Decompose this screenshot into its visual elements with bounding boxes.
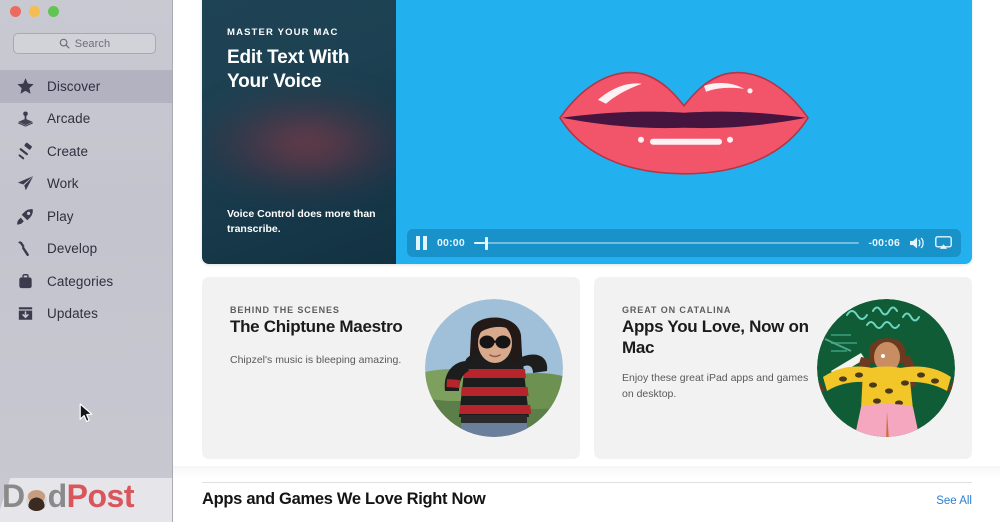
window-traffic-lights [10, 6, 59, 17]
sidebar: Search Discover Arcade Create Work Play … [0, 0, 173, 522]
mouse-cursor [79, 403, 95, 425]
hero-title: Edit Text With Your Voice [227, 47, 350, 92]
remaining-time: -00:06 [868, 237, 900, 249]
sidebar-item-categories[interactable]: Categories [0, 265, 172, 298]
hammer-icon [15, 239, 35, 259]
scrubber-handle[interactable] [485, 236, 489, 250]
scrubber-track [473, 242, 860, 244]
watermark-suffix: Post [66, 478, 135, 514]
sidebar-item-work[interactable]: Work [0, 168, 172, 201]
card-chiptune-maestro[interactable]: BEHIND THE SCENES The Chiptune Maestro C… [202, 277, 580, 459]
pause-icon[interactable] [416, 236, 428, 250]
hero-blur-glow [202, 89, 396, 199]
hero-subtitle: Voice Control does more than transcribe. [227, 207, 376, 235]
airplay-icon[interactable] [935, 236, 952, 250]
star-icon [15, 76, 35, 96]
hero-feature-card[interactable]: MASTER YOUR MAC Edit Text With Your Voic… [202, 0, 972, 264]
close-window-button[interactable] [10, 6, 21, 17]
search-input[interactable]: Search [13, 33, 156, 54]
watermark-band [0, 478, 172, 522]
watermark-face-icon [25, 489, 47, 511]
watermark-prefix: D [2, 478, 25, 514]
volume-icon[interactable] [909, 236, 926, 250]
paperplane-icon [15, 174, 35, 194]
sidebar-item-create[interactable]: Create [0, 135, 172, 168]
ipad-apps-illustration [817, 299, 955, 437]
gavel-icon [15, 141, 35, 161]
sidebar-item-label: Updates [47, 306, 98, 322]
sidebar-item-label: Develop [47, 241, 98, 257]
lips-illustration [554, 62, 814, 182]
section-header: Apps and Games We Love Right Now See All [202, 490, 972, 509]
sidebar-item-arcade[interactable]: Arcade [0, 103, 172, 136]
see-all-link[interactable]: See All [936, 495, 972, 507]
arcade-icon [15, 109, 35, 129]
card-apps-you-love[interactable]: GREAT ON CATALINA Apps You Love, Now on … [594, 277, 972, 459]
sidebar-item-label: Categories [47, 273, 114, 289]
card-eyebrow: GREAT ON CATALINA [622, 305, 732, 315]
sidebar-item-label: Arcade [47, 111, 91, 127]
scrubber-slider[interactable] [473, 236, 860, 250]
search-placeholder: Search [74, 37, 111, 50]
card-subtitle: Enjoy these great iPad apps and games on… [622, 372, 809, 400]
elapsed-time: 00:00 [437, 237, 465, 249]
rocket-icon [15, 206, 35, 226]
download-icon [15, 304, 35, 324]
section-title: Apps and Games We Love Right Now [202, 490, 486, 508]
card-title: The Chiptune Maestro [230, 317, 403, 336]
card-subtitle: Chipzel's music is bleeping amazing. [230, 354, 402, 366]
video-player-controls[interactable]: 00:00 -00:06 [407, 229, 961, 257]
minimize-window-button[interactable] [29, 6, 40, 17]
sidebar-item-label: Play [47, 208, 74, 224]
maximize-window-button[interactable] [48, 6, 59, 17]
main-content: MASTER YOUR MAC Edit Text With Your Voic… [173, 0, 1000, 522]
briefcase-icon [15, 271, 35, 291]
section-divider [202, 482, 972, 483]
sidebar-item-label: Discover [47, 78, 101, 94]
hero-artwork-panel: 00:00 -00:06 [396, 0, 972, 264]
sidebar-item-play[interactable]: Play [0, 200, 172, 233]
sidebar-item-label: Work [47, 176, 79, 192]
watermark-text: D d Post [2, 478, 135, 514]
feature-cards-row: BEHIND THE SCENES The Chiptune Maestro C… [202, 277, 972, 459]
watermark: D d Post [0, 470, 172, 522]
card-title: Apps You Love, Now on Mac [622, 317, 809, 357]
app-store-window: Search Discover Arcade Create Work Play … [0, 0, 1000, 522]
search-icon [59, 38, 70, 49]
sidebar-item-develop[interactable]: Develop [0, 233, 172, 266]
scrubber-played [473, 242, 486, 244]
hero-text-panel: MASTER YOUR MAC Edit Text With Your Voic… [202, 0, 396, 264]
chipzel-portrait-photo [425, 299, 563, 437]
sidebar-item-updates[interactable]: Updates [0, 298, 172, 331]
sidebar-nav: Discover Arcade Create Work Play Develop… [0, 70, 172, 331]
hero-eyebrow: MASTER YOUR MAC [227, 27, 339, 38]
card-eyebrow: BEHIND THE SCENES [230, 305, 340, 315]
sidebar-item-label: Create [47, 143, 89, 159]
watermark-middle: d [47, 478, 68, 514]
sidebar-item-discover[interactable]: Discover [0, 70, 172, 103]
